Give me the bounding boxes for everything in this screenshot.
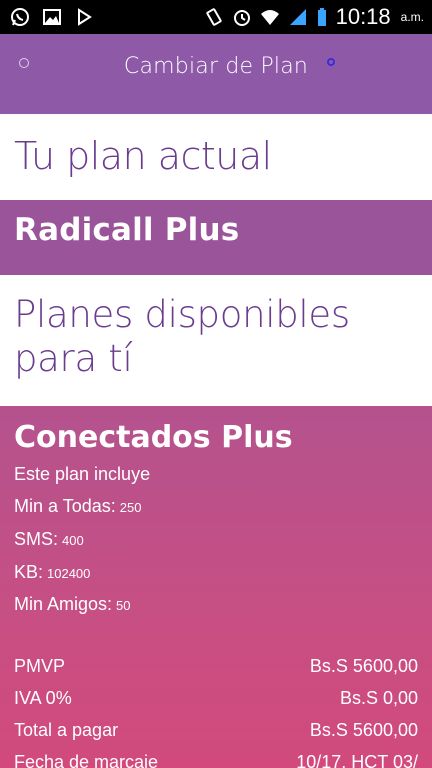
alarm-icon xyxy=(232,7,252,27)
clock-time: 10:18 xyxy=(335,4,391,29)
price-value: Bs.S 5600,00 xyxy=(309,656,418,676)
feature-label: KB: xyxy=(14,562,44,582)
feature-min-todas: Min a Todas: 250 xyxy=(14,496,141,517)
current-plan-band: Radicall Plus xyxy=(0,200,432,275)
price-value: Bs.S 5600,00 xyxy=(309,720,418,740)
price-label: PMVP xyxy=(14,656,66,676)
feature-label: Min Amigos: xyxy=(14,594,113,614)
current-plan-section: Tu plan actual xyxy=(0,114,432,200)
battery-icon xyxy=(316,7,328,27)
vibrate-icon xyxy=(204,7,224,27)
price-row-pmvp: PMVP Bs.S 5600,00 xyxy=(14,656,418,677)
price-value: 10/17. HCT 03/ xyxy=(296,752,418,768)
available-plans-heading: Planes disponibles para tí xyxy=(14,293,350,380)
clock-ampm: a.m. xyxy=(400,10,424,24)
current-plan-heading: Tu plan actual xyxy=(14,134,272,178)
feature-value: 250 xyxy=(119,500,142,515)
plan-includes-label: Este plan incluye xyxy=(14,464,151,484)
signal-icon xyxy=(288,7,308,27)
price-row-fecha: Fecha de marcaje 10/17. HCT 03/ xyxy=(14,752,418,768)
feature-sms: SMS: 400 xyxy=(14,529,84,550)
price-value: Bs.S 0,00 xyxy=(339,688,418,708)
options-icon[interactable] xyxy=(327,58,335,66)
feature-value: 400 xyxy=(62,533,84,548)
price-label: IVA 0% xyxy=(14,688,72,708)
price-label: Fecha de marcaje xyxy=(14,752,159,768)
page-title: Cambiar de Plan xyxy=(123,54,309,79)
current-plan-name: Radicall Plus xyxy=(14,212,240,248)
whatsapp-icon xyxy=(10,7,30,27)
app-screen: 10:18 a.m. Cambiar de Plan Tu plan actua… xyxy=(0,0,432,768)
plan-name: Conectados Plus xyxy=(14,420,293,455)
price-row-iva: IVA 0% Bs.S 0,00 xyxy=(14,688,418,709)
feature-kb: KB: 102400 xyxy=(14,562,90,583)
available-plans-section: Planes disponibles para tí xyxy=(0,275,432,406)
feature-min-amigos: Min Amigos: 50 xyxy=(14,594,131,615)
feature-value: 50 xyxy=(116,598,131,613)
app-header: Cambiar de Plan xyxy=(0,34,432,114)
feature-label: SMS: xyxy=(14,529,59,549)
play-store-icon xyxy=(74,7,94,27)
feature-value: 102400 xyxy=(47,566,91,581)
plan-card[interactable]: Conectados Plus Este plan incluye Min a … xyxy=(0,406,432,768)
price-row-total: Total a pagar Bs.S 5600,00 xyxy=(14,720,418,741)
wifi-icon xyxy=(260,7,280,27)
feature-label: Min a Todas: xyxy=(14,496,116,516)
price-label: Total a pagar xyxy=(14,720,119,740)
gallery-icon xyxy=(42,7,62,27)
status-bar: 10:18 a.m. xyxy=(0,0,432,34)
